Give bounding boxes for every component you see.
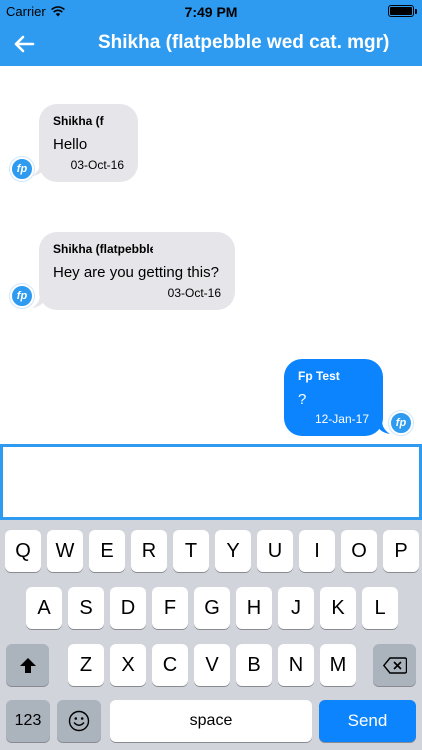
- avatar-label: fp: [16, 290, 28, 302]
- send-button[interactable]: Send: [319, 700, 416, 742]
- message-text: Hello: [53, 136, 88, 153]
- backspace-key[interactable]: [373, 644, 416, 686]
- key-s[interactable]: S: [68, 587, 104, 629]
- message-bubble[interactable]: Fp Test ? 12-Jan-17: [284, 359, 383, 436]
- nav-bar: Shikha (flatpebble wed cat. mgr): [0, 22, 422, 66]
- message-input[interactable]: [0, 444, 422, 520]
- key-b[interactable]: B: [236, 644, 272, 686]
- sender-avatar[interactable]: fp: [389, 411, 413, 435]
- message-date: 03-Oct-16: [70, 158, 124, 172]
- avatar-label: fp: [16, 163, 28, 175]
- key-p[interactable]: P: [383, 530, 419, 572]
- key-w[interactable]: W: [47, 530, 83, 572]
- message-date: 03-Oct-16: [167, 286, 221, 300]
- message-sender: Shikha (flatpebble: [53, 242, 153, 256]
- emoji-icon: [68, 710, 90, 732]
- space-key-label: space: [189, 712, 233, 729]
- message-list[interactable]: Shikha (f Hello 03-Oct-16 fp Shikha (fla…: [0, 66, 422, 444]
- key-u[interactable]: U: [257, 530, 293, 572]
- arrow-left-icon: [14, 35, 35, 53]
- battery-icon: [388, 5, 417, 17]
- shift-key[interactable]: [6, 644, 49, 686]
- message-text: ?: [298, 391, 307, 408]
- status-bar: Carrier 7:49 PM: [0, 0, 422, 22]
- key-j[interactable]: J: [278, 587, 314, 629]
- sender-avatar[interactable]: fp: [10, 284, 34, 308]
- key-k[interactable]: K: [320, 587, 356, 629]
- key-q[interactable]: Q: [5, 530, 41, 572]
- key-h[interactable]: H: [236, 587, 272, 629]
- message-sender: Shikha (f: [53, 114, 104, 128]
- key-c[interactable]: C: [152, 644, 188, 686]
- key-t[interactable]: T: [173, 530, 209, 572]
- backspace-icon: [382, 656, 407, 674]
- emoji-key[interactable]: [57, 700, 101, 742]
- avatar-label: fp: [395, 417, 407, 429]
- key-a[interactable]: A: [26, 587, 62, 629]
- clock: 7:49 PM: [184, 4, 238, 20]
- key-i[interactable]: I: [299, 530, 335, 572]
- conversation-title: Shikha (flatpebble wed cat. mgr): [98, 32, 390, 53]
- key-y[interactable]: Y: [215, 530, 251, 572]
- message-date: 12-Jan-17: [314, 412, 369, 426]
- shift-icon: [19, 657, 36, 673]
- key-g[interactable]: G: [194, 587, 230, 629]
- key-l[interactable]: L: [362, 587, 398, 629]
- message-bubble[interactable]: Shikha (f Hello 03-Oct-16: [39, 104, 138, 182]
- key-r[interactable]: R: [131, 530, 167, 572]
- key-v[interactable]: V: [194, 644, 230, 686]
- message-bubble[interactable]: Shikha (flatpebble Hey are you getting t…: [39, 232, 235, 310]
- key-n[interactable]: N: [278, 644, 314, 686]
- key-x[interactable]: X: [110, 644, 146, 686]
- numbers-key-label: 123: [14, 712, 42, 729]
- key-z[interactable]: Z: [68, 644, 104, 686]
- key-e[interactable]: E: [89, 530, 125, 572]
- key-o[interactable]: O: [341, 530, 377, 572]
- keyboard: 123 space Send QWERTYUIOP ASDFGHJKL ZXCVBN…: [0, 520, 422, 750]
- send-button-label: Send: [347, 711, 388, 730]
- key-m[interactable]: M: [320, 644, 356, 686]
- battery-level: [390, 7, 412, 15]
- numbers-key[interactable]: 123: [6, 700, 50, 742]
- key-d[interactable]: D: [110, 587, 146, 629]
- space-key[interactable]: space: [110, 700, 312, 742]
- message-text: Hey are you getting this?: [53, 264, 219, 281]
- sender-avatar[interactable]: fp: [10, 157, 34, 181]
- back-button[interactable]: [10, 30, 38, 58]
- message-sender: Fp Test: [298, 369, 340, 383]
- key-f[interactable]: F: [152, 587, 188, 629]
